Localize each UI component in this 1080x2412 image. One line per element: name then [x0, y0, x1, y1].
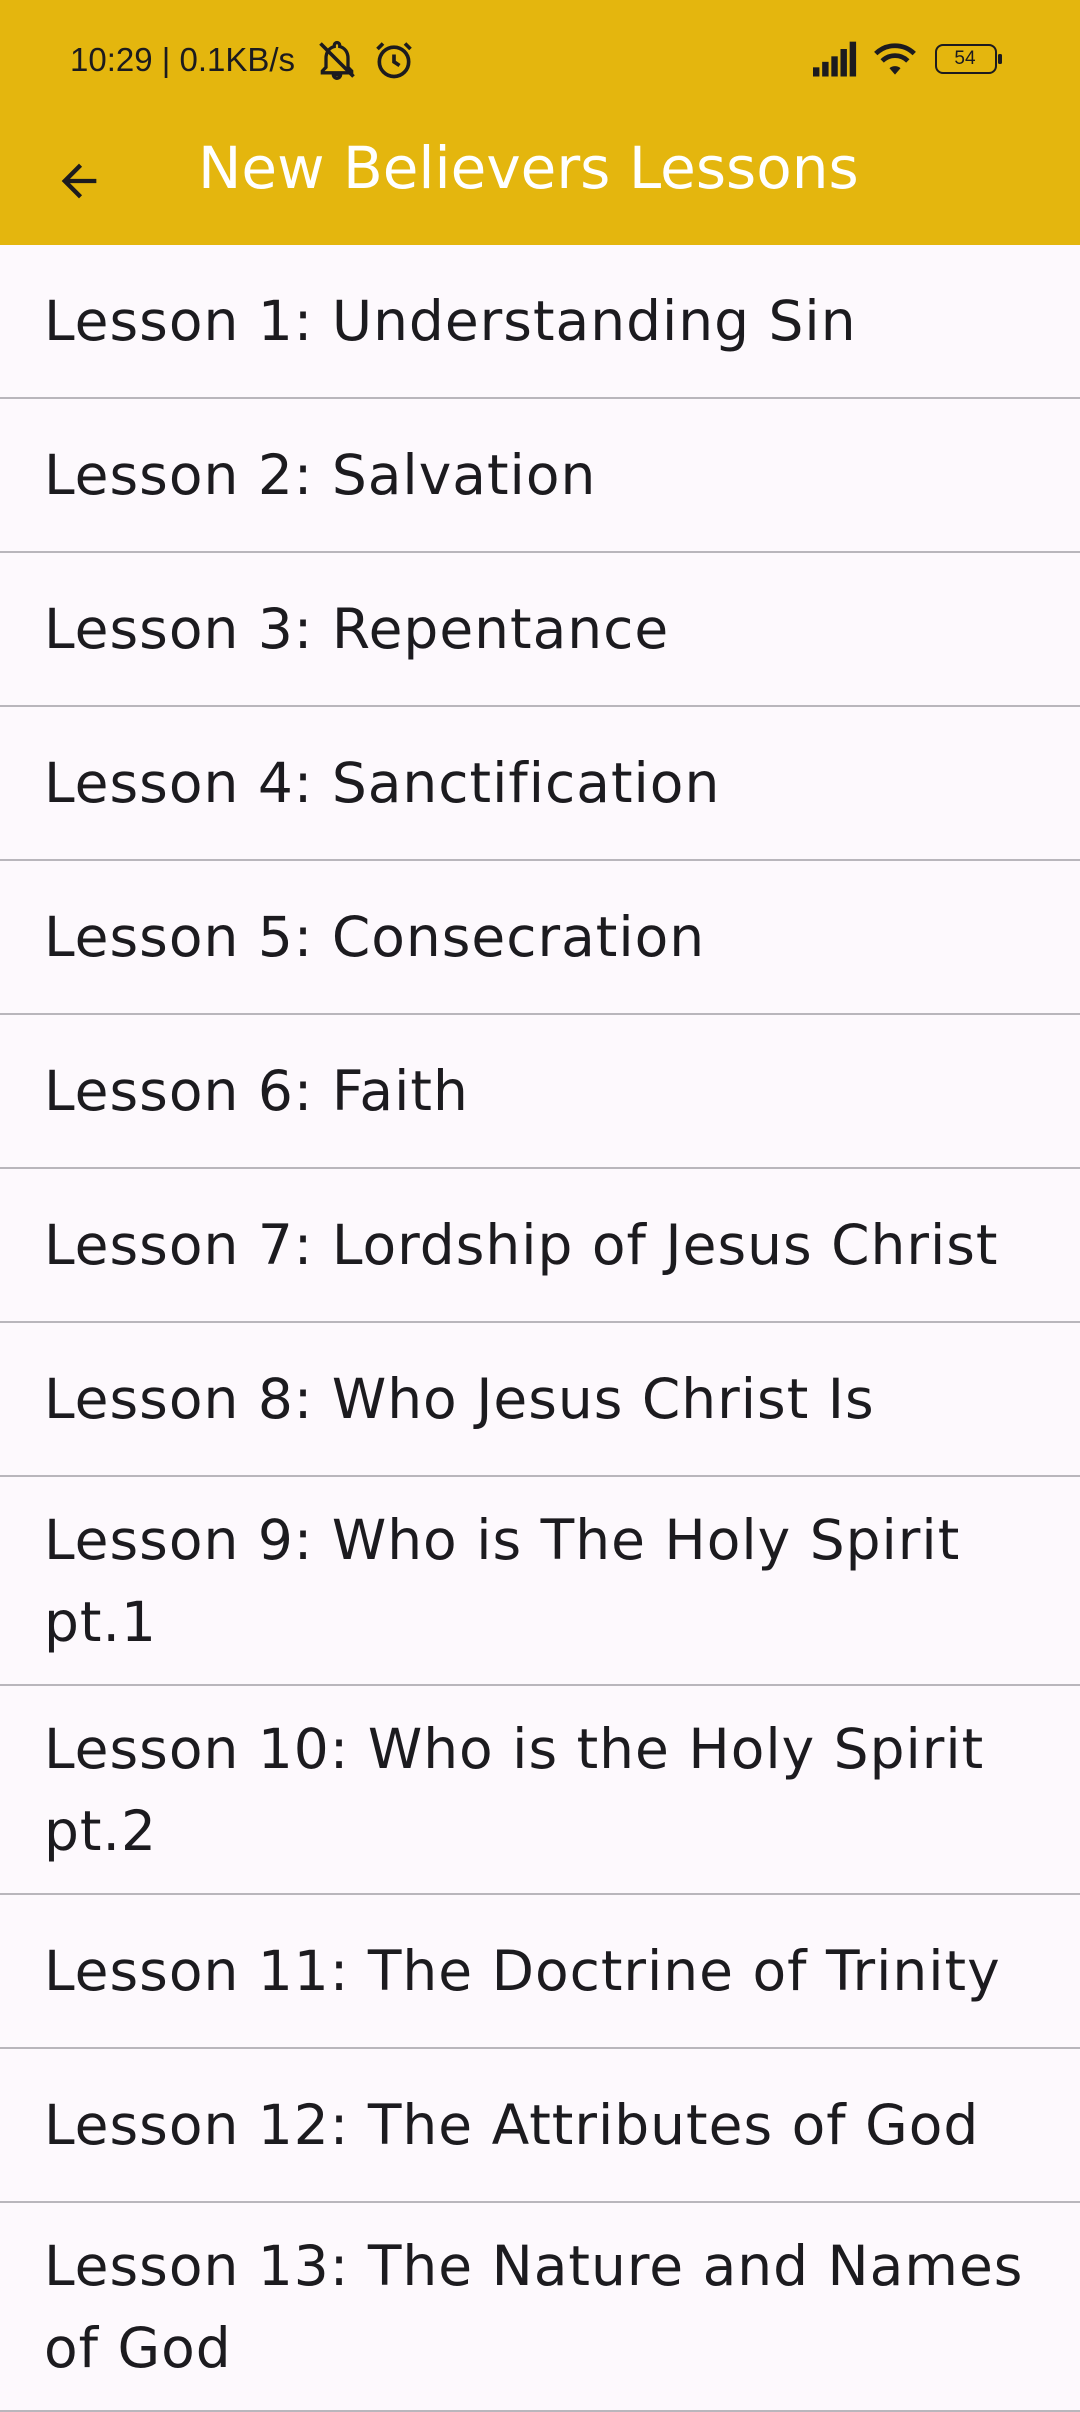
lesson-item-8[interactable]: Lesson 8: Who Jesus Christ Is [0, 1323, 1080, 1477]
lesson-item-13[interactable]: Lesson 13: The Nature and Names of God [0, 2203, 1080, 2412]
lesson-item-11[interactable]: Lesson 11: The Doctrine of Trinity [0, 1895, 1080, 2049]
status-time: 10:29 | 0.1KB/s [70, 41, 296, 78]
toolbar: New Believers Lessons [0, 118, 1080, 245]
alarm-icon [372, 38, 416, 82]
lesson-item-5[interactable]: Lesson 5: Consecration [0, 861, 1080, 1015]
lessons-list: Lesson 1: Understanding Sin Lesson 2: Sa… [0, 245, 1080, 2412]
lesson-item-4[interactable]: Lesson 4: Sanctification [0, 707, 1080, 861]
page-title: New Believers Lessons [198, 134, 859, 202]
status-bar: 10:29 | 0.1KB/s 54 [0, 0, 1080, 118]
lesson-item-6[interactable]: Lesson 6: Faith [0, 1015, 1080, 1169]
battery-level: 54 [954, 48, 976, 69]
lesson-item-2[interactable]: Lesson 2: Salvation [0, 399, 1080, 553]
notifications-off-icon [315, 38, 359, 82]
battery-icon: 54 [935, 44, 1002, 74]
lesson-item-7[interactable]: Lesson 7: Lordship of Jesus Christ [0, 1169, 1080, 1323]
lesson-item-12[interactable]: Lesson 12: The Attributes of God [0, 2049, 1080, 2203]
lesson-item-3[interactable]: Lesson 3: Repentance [0, 553, 1080, 707]
lesson-item-1[interactable]: Lesson 1: Understanding Sin [0, 245, 1080, 399]
lesson-item-9[interactable]: Lesson 9: Who is The Holy Spirit pt.1 [0, 1477, 1080, 1686]
lesson-item-10[interactable]: Lesson 10: Who is the Holy Spirit pt.2 [0, 1686, 1080, 1895]
arrow-back-icon [61, 163, 97, 199]
app-bar: 10:29 | 0.1KB/s 54 New Believers Lessons [0, 0, 1080, 245]
wifi-icon [872, 38, 916, 82]
signal-icon [810, 38, 857, 82]
back-button[interactable] [36, 138, 122, 224]
